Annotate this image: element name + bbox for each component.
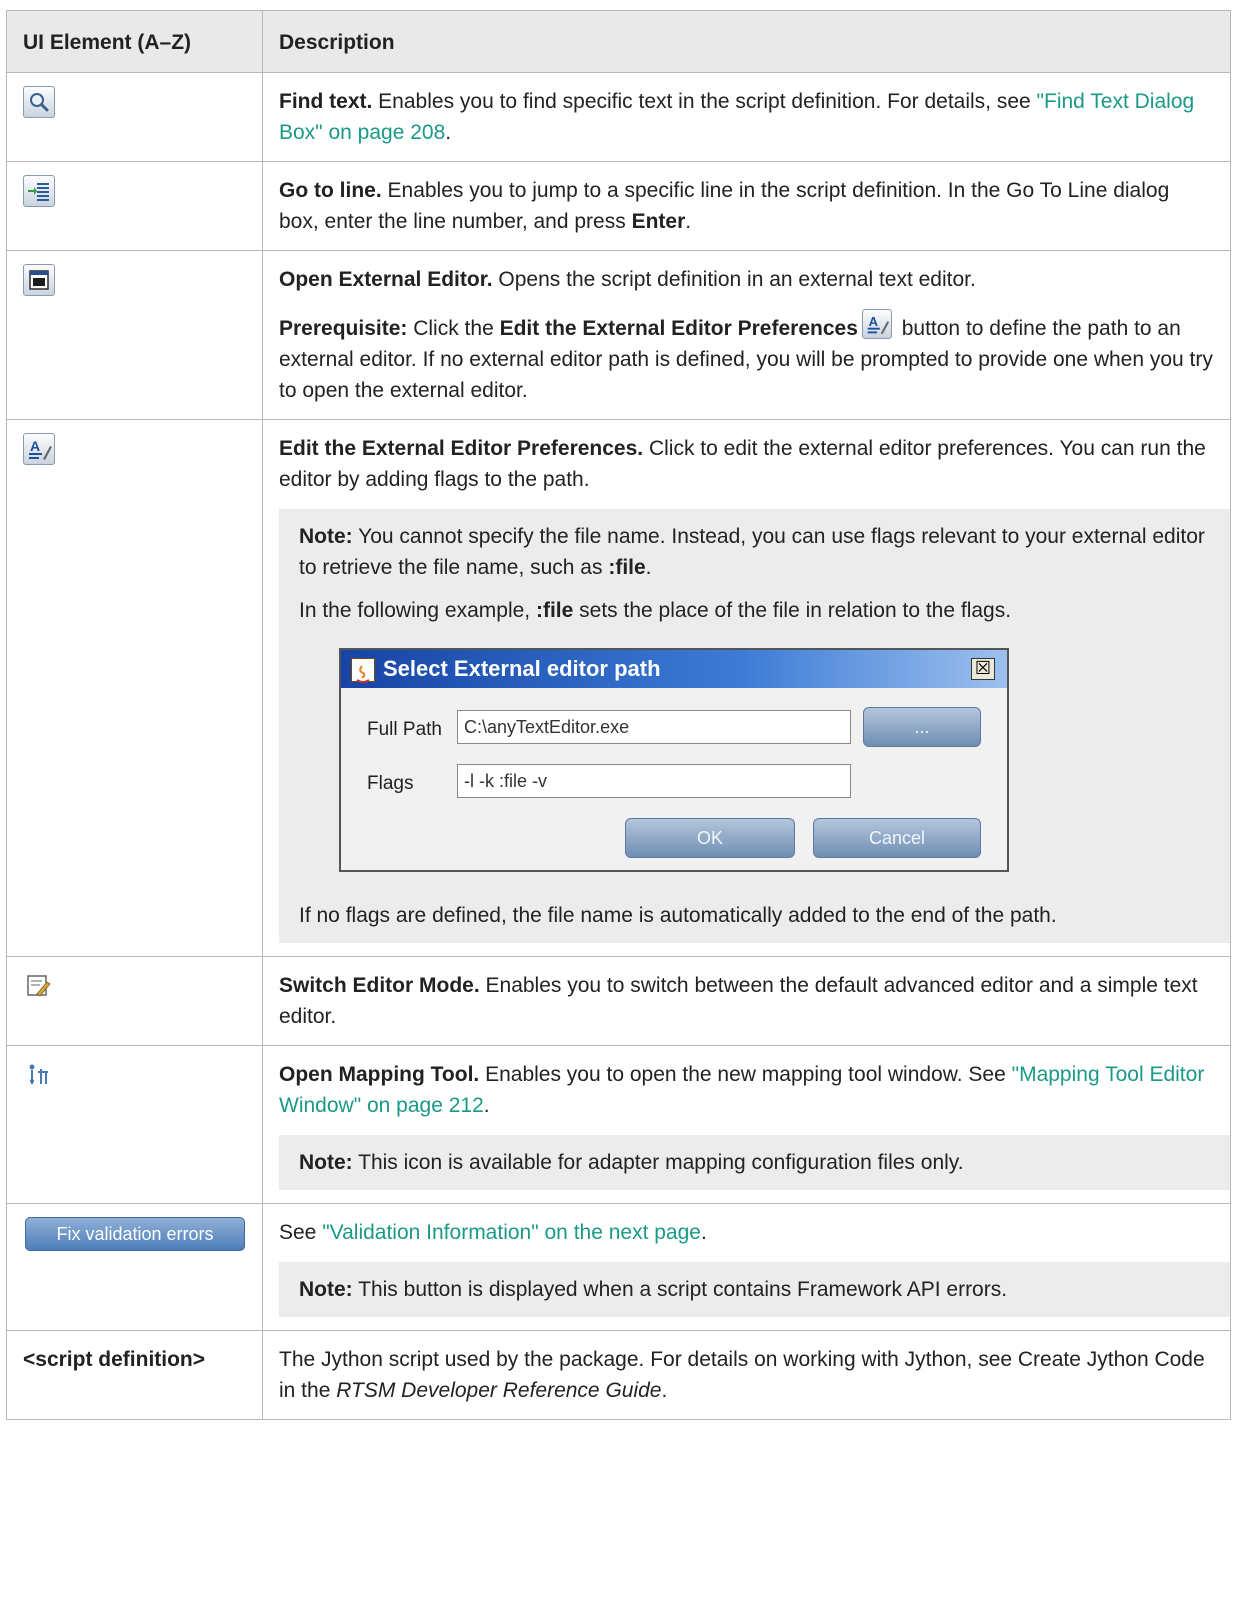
description-cell: Open External Editor. Opens the script d… <box>262 250 1231 420</box>
fix-validation-errors-button: Fix validation errors <box>25 1217 245 1251</box>
table-row-switch-editor-mode: Switch Editor Mode. Enables you to switc… <box>6 956 1231 1046</box>
row-title: Open Mapping Tool. <box>279 1063 480 1086</box>
go-to-line-icon <box>23 175 55 208</box>
row-text: See <box>279 1221 323 1244</box>
description-cell: Open Mapping Tool. Enables you to open t… <box>262 1045 1231 1204</box>
note-box: Note: This button is displayed when a sc… <box>279 1262 1230 1317</box>
description-cell: Switch Editor Mode. Enables you to switc… <box>262 956 1231 1046</box>
row-title: Go to line. <box>279 179 382 202</box>
ui-element-cell: Fix validation errors <box>6 1203 263 1331</box>
row-text-end: . <box>700 1221 707 1244</box>
note-label: Note: <box>299 1278 353 1301</box>
select-external-editor-path-dialog: Select External editor path ☒ Full Path … <box>339 648 1009 872</box>
table-row-go-to-line: Go to line. Enables you to jump to a spe… <box>6 161 1231 251</box>
note-bold-text: :file <box>608 556 646 579</box>
row-text-end: . <box>661 1379 668 1402</box>
note-text: You cannot specify the file name. Instea… <box>299 525 1205 579</box>
note-label: Note: <box>299 525 353 548</box>
cancel-button[interactable]: Cancel <box>813 818 981 858</box>
after-dialog-text: If no flags are defined, the file name i… <box>299 904 1057 927</box>
description-cell: The Jython script used by the package. F… <box>262 1330 1231 1420</box>
note-text: This icon is available for adapter mappi… <box>352 1151 964 1174</box>
editor-preferences-icon: A <box>23 433 55 466</box>
full-path-input[interactable]: C:\anyTextEditor.exe <box>457 710 851 744</box>
example-text: In the following example, <box>299 599 536 622</box>
svg-text:A: A <box>30 438 40 454</box>
note-text-end: . <box>645 556 652 579</box>
table-row-open-external-editor: Open External Editor. Opens the script d… <box>6 250 1231 420</box>
validation-information-link[interactable]: "Validation Information" on the next pag… <box>322 1221 701 1244</box>
example-text: sets the place of the file in relation t… <box>573 599 1012 622</box>
table-row-editor-preferences: A Edit the External Editor Preferences. … <box>6 419 1231 957</box>
ui-element-cell <box>6 1045 263 1204</box>
ui-element-cell: <script definition> <box>6 1330 263 1420</box>
row-title: Edit the External Editor Preferences. <box>279 437 644 460</box>
row-text: Opens the script definition in an extern… <box>492 268 976 291</box>
switch-editor-mode-icon <box>23 970 55 1002</box>
java-app-icon <box>351 658 375 683</box>
prerequisite-bold-text: Edit the External Editor Preferences <box>499 317 858 340</box>
description-cell: Go to line. Enables you to jump to a spe… <box>262 161 1231 251</box>
ui-element-cell <box>6 72 263 162</box>
description-cell: See "Validation Information" on the next… <box>262 1203 1231 1331</box>
magnifier-icon <box>23 86 55 119</box>
ui-element-cell <box>6 161 263 251</box>
row-text-end: . <box>483 1094 490 1117</box>
full-path-label: Full Path <box>367 719 442 740</box>
table-row-open-mapping-tool: Open Mapping Tool. Enables you to open t… <box>6 1045 1231 1204</box>
browse-button[interactable]: ... <box>863 707 981 747</box>
description-cell: Edit the External Editor Preferences. Cl… <box>262 419 1231 957</box>
table-row-script-definition: <script definition> The Jython script us… <box>6 1330 1231 1420</box>
row-title: Open External Editor. <box>279 268 493 291</box>
mapping-tool-icon <box>23 1059 55 1091</box>
flags-label: Flags <box>367 773 414 794</box>
editor-preferences-icon: A <box>861 309 892 339</box>
ui-element-cell <box>6 250 263 420</box>
guide-title: RTSM Developer Reference Guide <box>336 1379 662 1402</box>
close-icon[interactable]: ☒ <box>971 658 995 680</box>
svg-text:A: A <box>868 314 878 329</box>
prerequisite-label: Prerequisite: <box>279 317 408 340</box>
note-box: Note: This icon is available for adapter… <box>279 1135 1230 1190</box>
note-box: Note: You cannot specify the file name. … <box>279 509 1230 943</box>
ui-element-cell <box>6 956 263 1046</box>
description-cell: Find text. Enables you to find specific … <box>262 72 1231 162</box>
enter-key-label: Enter <box>631 210 686 233</box>
column-header-ui-element: UI Element (A–Z) <box>6 10 263 73</box>
dialog-title: Select External editor path <box>383 656 661 681</box>
table-row-fix-validation-errors: Fix validation errors See "Validation In… <box>6 1203 1231 1331</box>
open-external-editor-icon <box>23 264 55 297</box>
row-text: Click the <box>407 317 500 340</box>
ui-element-cell: A <box>6 419 263 957</box>
row-title: Find text. <box>279 90 373 113</box>
table-row-find-text: Find text. Enables you to find specific … <box>6 72 1231 162</box>
row-title: Switch Editor Mode. <box>279 974 480 997</box>
row-text: Enables you to find specific text in the… <box>372 90 1037 113</box>
row-text-end: . <box>445 121 452 144</box>
note-label: Note: <box>299 1151 353 1174</box>
example-bold-text: :file <box>535 599 574 622</box>
ok-button[interactable]: OK <box>625 818 795 858</box>
row-text: Enables you to jump to a specific line i… <box>279 179 1170 233</box>
script-definition-element: <script definition> <box>23 1348 206 1371</box>
row-text: Enables you to open the new mapping tool… <box>479 1063 1012 1086</box>
note-text: This button is displayed when a script c… <box>352 1278 1008 1301</box>
ui-elements-table: UI Element (A–Z) Description Find text. … <box>6 10 1231 1420</box>
column-header-description: Description <box>262 10 1231 73</box>
flags-input[interactable]: -l -k :file -v <box>457 764 851 798</box>
table-header-row: UI Element (A–Z) Description <box>6 10 1231 73</box>
dialog-title-bar: Select External editor path ☒ <box>341 650 1007 688</box>
row-text-end: . <box>685 210 692 233</box>
